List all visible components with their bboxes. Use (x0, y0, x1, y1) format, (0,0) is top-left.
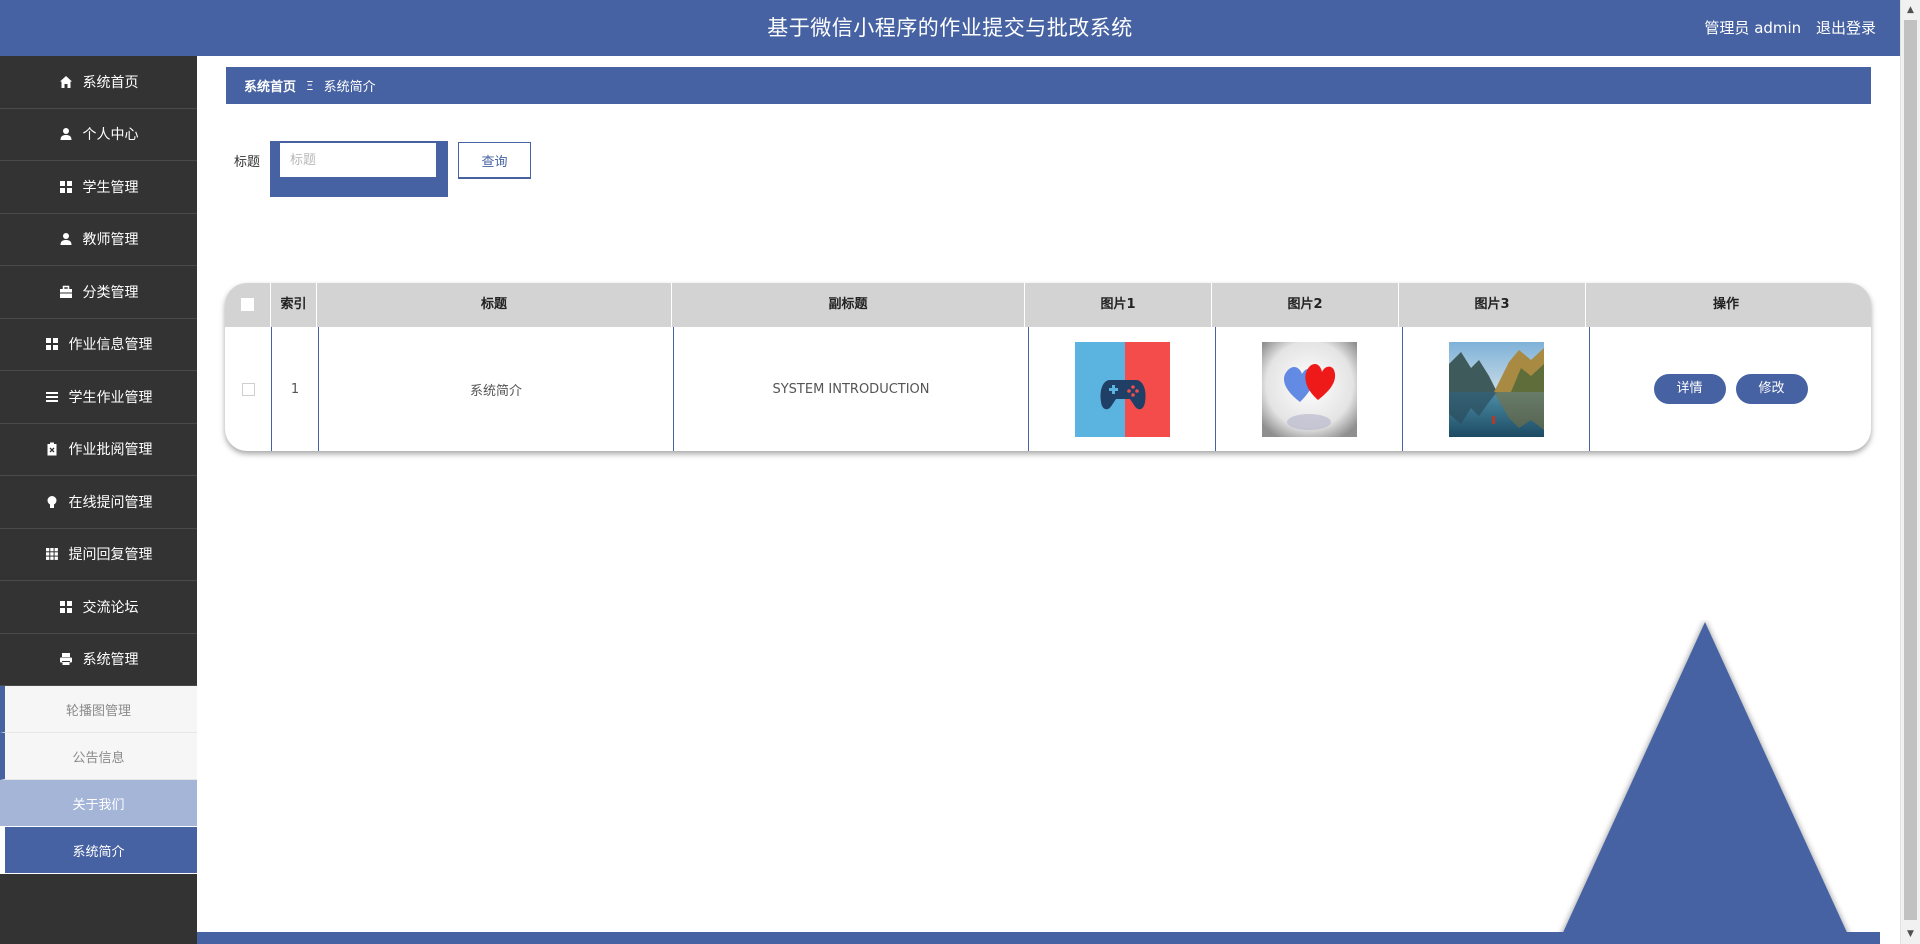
sidebar-item-label: 系统管理 (82, 652, 139, 669)
sidebar-item-label: 学生管理 (82, 179, 139, 196)
search-box (270, 141, 448, 197)
column-header-actions: 操作 (1712, 297, 1739, 312)
table-row: 1 系统简介 SYSTEM INTRODUCTION 详情 修改 (225, 327, 1871, 451)
sidebar-item-replies[interactable]: 提问回复管理 (0, 529, 197, 581)
sidebar-item-grading[interactable]: 作业批阅管理 (0, 424, 197, 476)
gamepad-image (1074, 341, 1170, 437)
grid-icon (59, 600, 73, 614)
sidebar-item-label: 个人中心 (82, 127, 139, 144)
user-area: 管理员 admin 退出登录 (1694, 0, 1876, 56)
column-header-image2: 图片2 (1212, 283, 1399, 327)
sidebar-item-system[interactable]: 系统管理 (0, 634, 197, 686)
column-header-title: 标题 (317, 283, 672, 327)
sidebar-subitem-about[interactable]: 关于我们 (0, 780, 197, 827)
column-header-image3: 图片3 (1399, 283, 1586, 327)
search-button[interactable]: 查询 (458, 142, 531, 179)
sidebar-subitem-system-intro[interactable]: 系统简介 (0, 827, 197, 874)
sidebar-item-label: 学生作业管理 (68, 389, 153, 406)
sidebar-item-profile[interactable]: 个人中心 (0, 109, 197, 161)
cell-index: 1 (272, 327, 319, 451)
list-icon (45, 390, 59, 404)
decorative-triangle (1557, 622, 1853, 944)
user-icon (59, 127, 73, 141)
search-input[interactable] (280, 143, 436, 177)
sidebar-item-student-homework[interactable]: 学生作业管理 (0, 371, 197, 424)
column-header-subtitle: 副标题 (672, 283, 1025, 327)
sidebar-item-categories[interactable]: 分类管理 (0, 266, 197, 319)
bottom-bar (197, 932, 1880, 944)
cell-image2 (1216, 327, 1403, 451)
sidebar-item-questions[interactable]: 在线提问管理 (0, 476, 197, 529)
sidebar-item-label: 提问回复管理 (68, 547, 153, 564)
breadcrumb-current: 系统简介 (323, 80, 376, 95)
cell-image3 (1403, 327, 1590, 451)
sidebar-subitem-announcements[interactable]: 公告信息 (0, 733, 197, 780)
scroll-up-arrow-icon[interactable]: ▲ (1901, 2, 1920, 18)
select-all-cell (225, 283, 271, 327)
sidebar-item-label: 系统首页 (82, 74, 139, 91)
scroll-thumb[interactable] (1904, 20, 1917, 920)
app-title: 基于微信小程序的作业提交与批改系统 (767, 16, 1133, 40)
hearts-image (1261, 341, 1357, 437)
sidebar: 系统首页 个人中心 学生管理 教师管理 分类管理 作业信息管理 学生作业管理 作… (0, 56, 197, 944)
sidebar-item-label: 作业信息管理 (68, 337, 153, 354)
edit-button[interactable]: 修改 (1735, 374, 1808, 404)
cell-image1 (1029, 327, 1216, 451)
data-table: 索引 标题 副标题 图片1 图片2 图片3 操作 1 系统简介 SYSTEM I… (225, 283, 1871, 451)
detail-button[interactable]: 详情 (1653, 374, 1726, 404)
sidebar-item-label: 教师管理 (82, 232, 139, 249)
sidebar-subitem-carousel[interactable]: 轮播图管理 (0, 686, 197, 733)
sidebar-item-label: 分类管理 (82, 284, 139, 301)
page-scrollbar[interactable]: ▲ ▼ (1900, 0, 1920, 944)
sidebar-item-home[interactable]: 系统首页 (0, 56, 197, 109)
user-name: 管理员 admin (1704, 19, 1802, 37)
breadcrumb-separator-icon: Ξ (306, 78, 314, 93)
grid-icon (59, 180, 73, 194)
home-icon (59, 75, 73, 89)
sidebar-item-label: 交流论坛 (82, 599, 139, 616)
sidebar-item-students[interactable]: 学生管理 (0, 161, 197, 214)
sidebar-item-forum[interactable]: 交流论坛 (0, 581, 197, 634)
printer-icon (59, 652, 73, 666)
grid-nine-icon (45, 547, 59, 561)
cell-subtitle: SYSTEM INTRODUCTION (674, 327, 1029, 451)
user-icon (59, 232, 73, 246)
logout-link[interactable]: 退出登录 (1816, 19, 1876, 37)
column-header-index: 索引 (271, 283, 317, 327)
sidebar-item-teachers[interactable]: 教师管理 (0, 214, 197, 266)
bulb-icon (45, 495, 59, 509)
table-header: 索引 标题 副标题 图片1 图片2 图片3 操作 (225, 283, 1871, 327)
lake-mountain-image (1448, 341, 1544, 437)
sidebar-item-label: 作业批阅管理 (68, 442, 153, 459)
briefcase-icon (59, 285, 73, 299)
clipboard-icon (45, 442, 59, 456)
sidebar-item-homework-info[interactable]: 作业信息管理 (0, 319, 197, 371)
scroll-down-arrow-icon[interactable]: ▼ (1901, 926, 1920, 942)
column-header-image1: 图片1 (1025, 283, 1212, 327)
select-all-checkbox[interactable] (241, 298, 254, 311)
breadcrumb-home[interactable]: 系统首页 (244, 76, 296, 95)
cell-title: 系统简介 (319, 327, 674, 451)
top-bar: 基于微信小程序的作业提交与批改系统 管理员 admin 退出登录 (0, 0, 1900, 56)
breadcrumb: 系统首页 Ξ 系统简介 (226, 67, 1871, 104)
sidebar-item-label: 在线提问管理 (68, 494, 153, 511)
cell-actions: 详情 修改 (1590, 327, 1871, 451)
row-select-cell (225, 327, 272, 451)
grid-icon (45, 337, 59, 351)
row-checkbox[interactable] (241, 382, 255, 396)
search-label: 标题 (234, 155, 261, 170)
